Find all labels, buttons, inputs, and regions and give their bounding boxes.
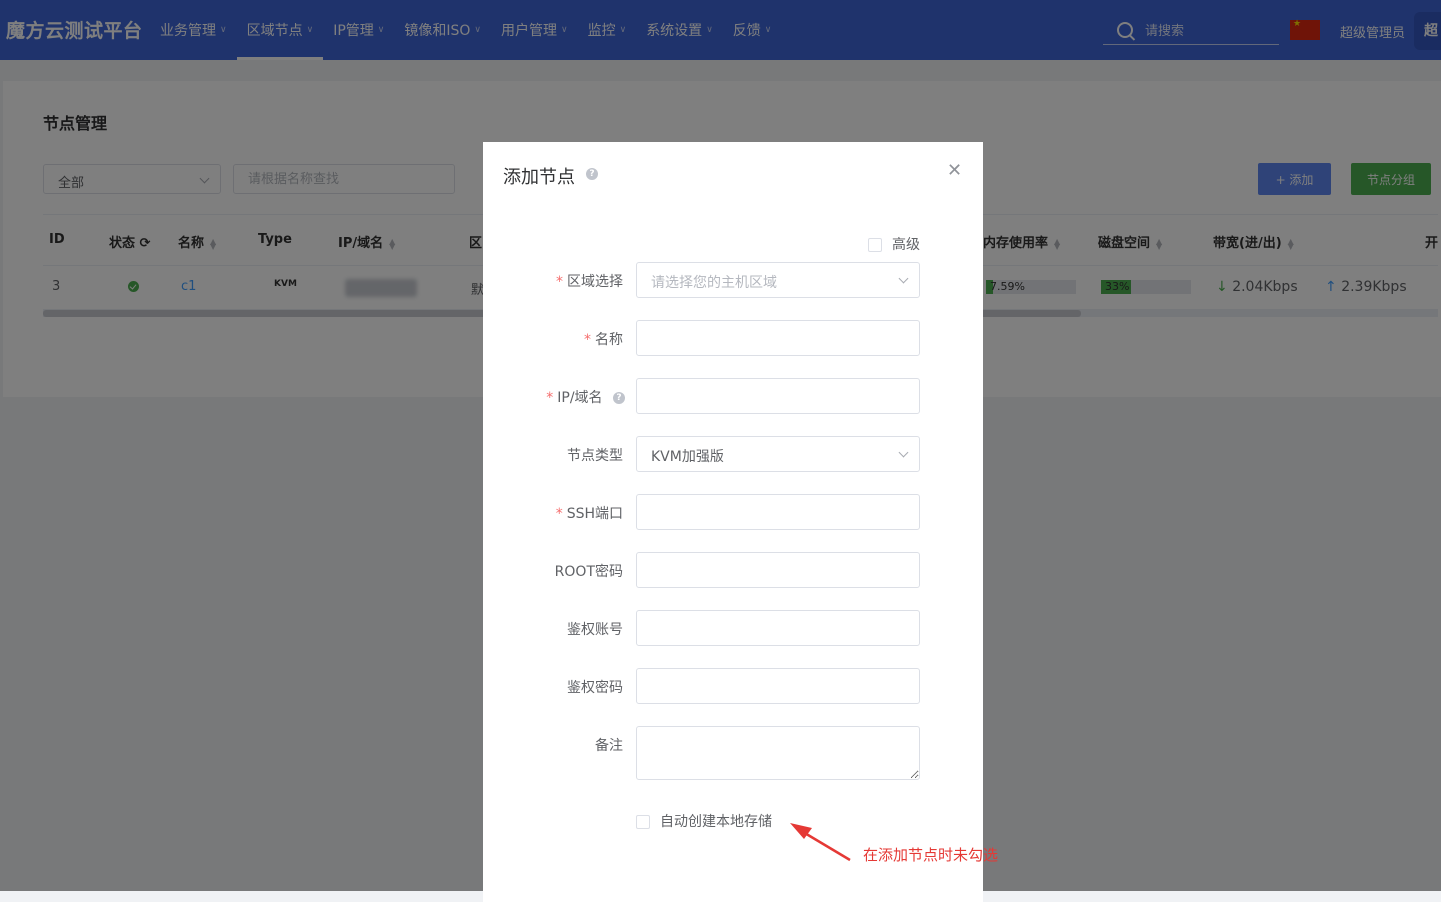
annotation-note: 在添加节点时未勾选 bbox=[863, 846, 999, 864]
annotation-arrow-icon bbox=[790, 823, 851, 862]
